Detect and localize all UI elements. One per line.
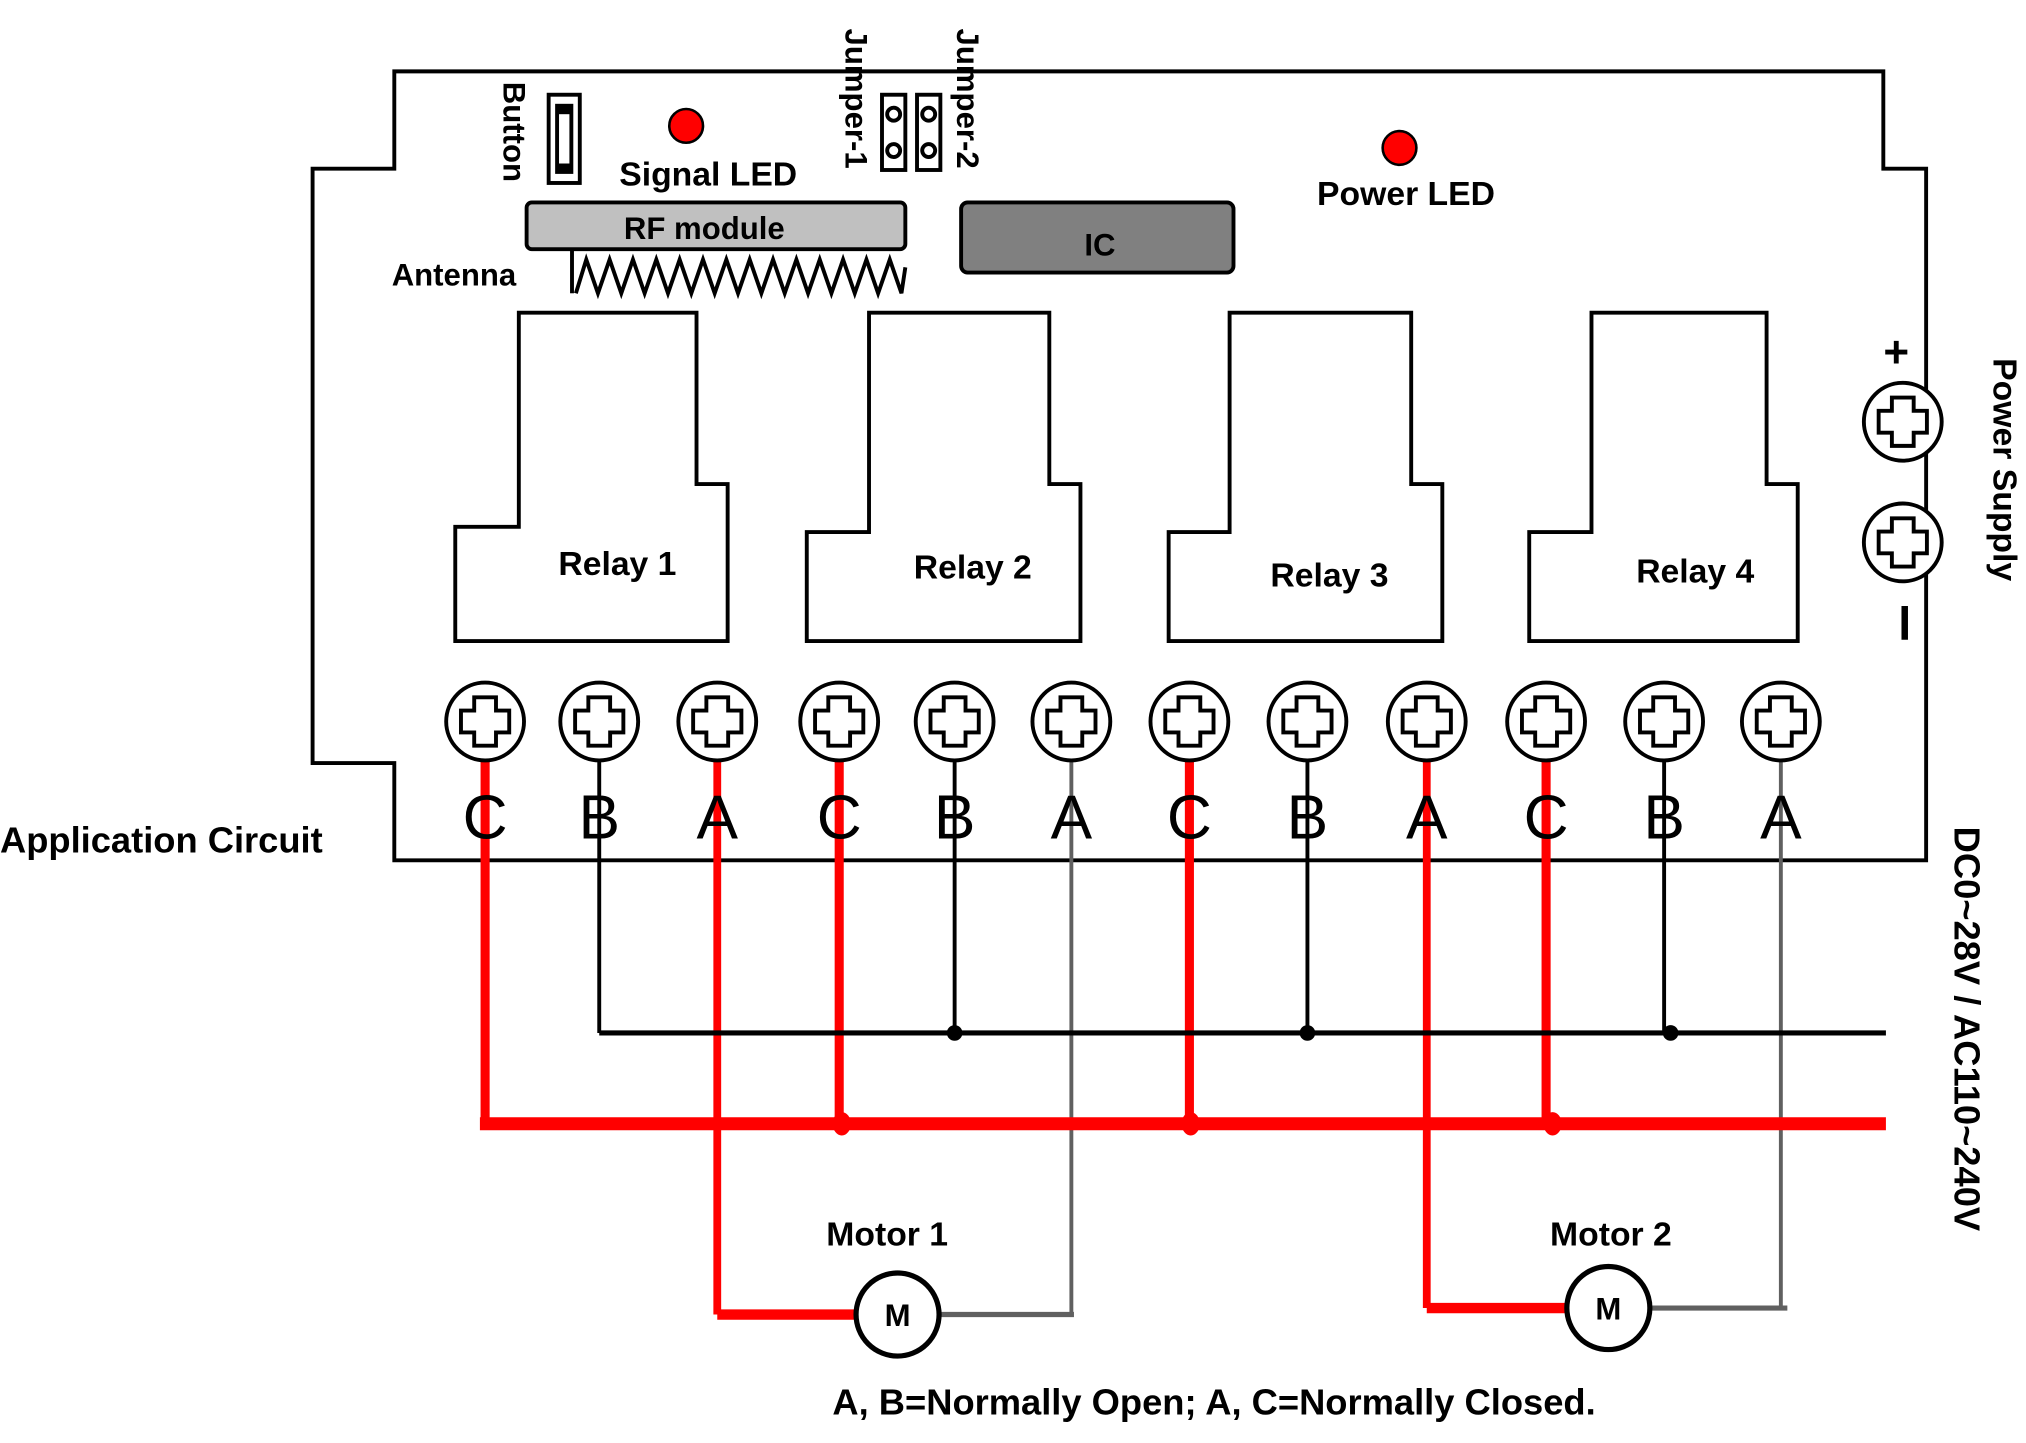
- jumper-1-label: Jumper-1: [839, 29, 874, 169]
- relay-4-label: Relay 4: [1636, 553, 1754, 591]
- antenna-label: Antenna: [392, 257, 517, 292]
- terminal-label: C: [463, 783, 508, 852]
- screw-terminal-12[interactable]: [1739, 680, 1822, 763]
- jumper-2-label: Jumper-2: [950, 29, 985, 169]
- terminal-label: B: [1287, 783, 1329, 852]
- jumper-2[interactable]: [915, 92, 943, 172]
- junction-dot: [946, 1025, 963, 1041]
- junction-dot: [1662, 1025, 1679, 1041]
- motor-2: Motor 2 M: [1550, 1216, 1672, 1353]
- terminal-label: C: [817, 783, 862, 852]
- wiring-diagram: Button Signal LED Jumper-1 Jumper-2 Powe…: [0, 29, 2024, 1423]
- terminal-label: A: [1760, 783, 1802, 852]
- junction-dot: [832, 1112, 851, 1136]
- screw-terminal-10[interactable]: [1505, 680, 1587, 763]
- terminal-label: A: [1406, 783, 1448, 852]
- ic-label: IC: [1084, 228, 1115, 263]
- screw-terminal-9[interactable]: [1385, 680, 1468, 763]
- screw-terminal-8[interactable]: [1266, 680, 1349, 763]
- motor-1-label: Motor 1: [826, 1216, 948, 1254]
- jumper-1[interactable]: [880, 92, 908, 172]
- minus-symbol: [1901, 606, 1908, 640]
- application-circuit-label: Application Circuit: [0, 820, 323, 861]
- screw-terminal-1[interactable]: [444, 680, 526, 763]
- terminal-label: A: [697, 783, 739, 852]
- junction-dot: [1181, 1112, 1200, 1136]
- signal-led: [667, 107, 705, 145]
- terminal-block: CBACBACBACBA: [444, 680, 1822, 852]
- relay-1: Relay 1: [453, 310, 730, 643]
- contact-legend: A, B=Normally Open; A, C=Normally Closed…: [832, 1381, 1595, 1422]
- junction-dot: [1299, 1025, 1316, 1041]
- relay-3-label: Relay 3: [1270, 557, 1388, 595]
- button-label: Button: [496, 82, 531, 182]
- screw-terminal-7[interactable]: [1148, 680, 1231, 763]
- signal-led-label: Signal LED: [619, 156, 797, 194]
- power-supply-label: Power Supply: [1986, 358, 2024, 581]
- rf-module-label: RF module: [624, 211, 785, 246]
- power-terminal-minus[interactable]: [1861, 501, 1944, 584]
- screw-terminal-3[interactable]: [676, 680, 759, 763]
- motor-2-label: Motor 2: [1550, 1216, 1672, 1254]
- relay-3: Relay 3: [1166, 310, 1445, 643]
- screw-terminal-6[interactable]: [1030, 680, 1113, 763]
- power-led: [1381, 129, 1418, 167]
- plus-label: +: [1883, 328, 1909, 377]
- terminal-label: A: [1051, 783, 1093, 852]
- terminal-label: C: [1524, 783, 1569, 852]
- motor-2-m: M: [1595, 1292, 1621, 1327]
- antenna-icon: [570, 249, 908, 300]
- screw-terminal-4[interactable]: [798, 680, 881, 763]
- supply-voltage-label: DC0~28V / AC110~240V: [1947, 827, 1988, 1232]
- power-terminal-plus[interactable]: [1861, 380, 1944, 463]
- relay-4: Relay 4: [1527, 310, 1800, 643]
- screw-terminal-5[interactable]: [913, 680, 996, 763]
- power-led-label: Power LED: [1317, 175, 1495, 213]
- terminal-label: B: [934, 783, 976, 852]
- motor-1-m: M: [885, 1298, 911, 1333]
- screw-terminal-11[interactable]: [1623, 680, 1705, 763]
- terminal-label: B: [1643, 783, 1685, 852]
- relay-2: Relay 2: [804, 310, 1083, 643]
- junction-dot: [1543, 1112, 1562, 1136]
- screw-terminal-2[interactable]: [558, 680, 641, 763]
- terminal-label: C: [1167, 783, 1212, 852]
- relay-1-label: Relay 1: [558, 545, 676, 583]
- terminal-label: B: [578, 783, 620, 852]
- relay-2-label: Relay 2: [914, 549, 1032, 587]
- motor-1: Motor 1 M: [826, 1216, 948, 1359]
- button-component[interactable]: [546, 92, 582, 185]
